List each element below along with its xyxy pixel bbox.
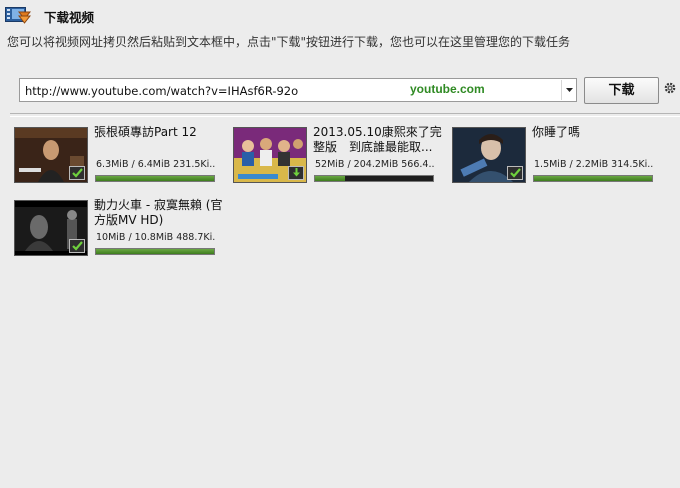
page-title: 下载视频 (44, 10, 95, 25)
progress-fill (96, 249, 214, 254)
video-item[interactable]: 2013.05.10康熙來了完整版 到底誰最能取... 52MiB / 204.… (233, 125, 443, 189)
video-thumbnail[interactable] (452, 127, 526, 183)
video-size: 10MiB / 10.8MiB 488.7Ki... (96, 232, 216, 243)
progress-fill (534, 176, 652, 181)
gear-icon[interactable] (664, 82, 676, 94)
progress-fill (315, 176, 345, 181)
video-download-icon (5, 5, 32, 25)
video-item[interactable]: 張根碩專訪Part 12 6.3MiB / 6.4MiB 231.5Ki... (14, 125, 224, 189)
header: 下载视频 您可以将视频网址拷贝然后粘贴到文本框中，点击"下载"按钮进行下载，您也… (0, 0, 680, 60)
video-title: 2013.05.10康熙來了完整版 到底誰最能取... (313, 125, 442, 154)
video-size: 52MiB / 204.2MiB 566.4... (315, 159, 435, 170)
video-thumbnail[interactable] (233, 127, 307, 183)
chevron-down-icon (566, 88, 573, 92)
video-thumbnail[interactable] (14, 200, 88, 256)
site-label: youtube.com (410, 82, 485, 96)
progress-bar (95, 175, 215, 182)
video-size: 6.3MiB / 6.4MiB 231.5Ki... (96, 159, 216, 170)
video-item[interactable]: 你睡了嗎 1.5MiB / 2.2MiB 314.5Ki... (452, 125, 662, 189)
url-text[interactable]: http://www.youtube.com/watch?v=IHAsf6R-9… (25, 84, 298, 98)
url-input[interactable]: http://www.youtube.com/watch?v=IHAsf6R-9… (19, 78, 577, 102)
video-item[interactable]: 動力火車 - 寂寞無賴 (官方版MV HD) 10MiB / 10.8MiB 4… (14, 198, 224, 262)
url-dropdown-button[interactable] (561, 80, 576, 100)
completed-icon (69, 166, 85, 180)
download-button[interactable]: 下载 (584, 77, 659, 104)
video-title: 動力火車 - 寂寞無賴 (官方版MV HD) (94, 198, 223, 227)
video-size: 1.5MiB / 2.2MiB 314.5Ki... (534, 159, 654, 170)
progress-bar (95, 248, 215, 255)
progress-bar (314, 175, 434, 182)
page-subtitle: 您可以将视频网址拷贝然后粘贴到文本框中，点击"下载"按钮进行下载，您也可以在这里… (7, 35, 571, 49)
completed-icon (69, 239, 85, 253)
progress-fill (96, 176, 214, 181)
video-thumbnail[interactable] (14, 127, 88, 183)
video-title: 張根碩專訪Part 12 (94, 125, 197, 139)
download-arrow-icon (288, 166, 304, 180)
progress-bar (533, 175, 653, 182)
video-title: 你睡了嗎 (532, 125, 581, 139)
completed-icon (507, 166, 523, 180)
divider (10, 113, 680, 117)
